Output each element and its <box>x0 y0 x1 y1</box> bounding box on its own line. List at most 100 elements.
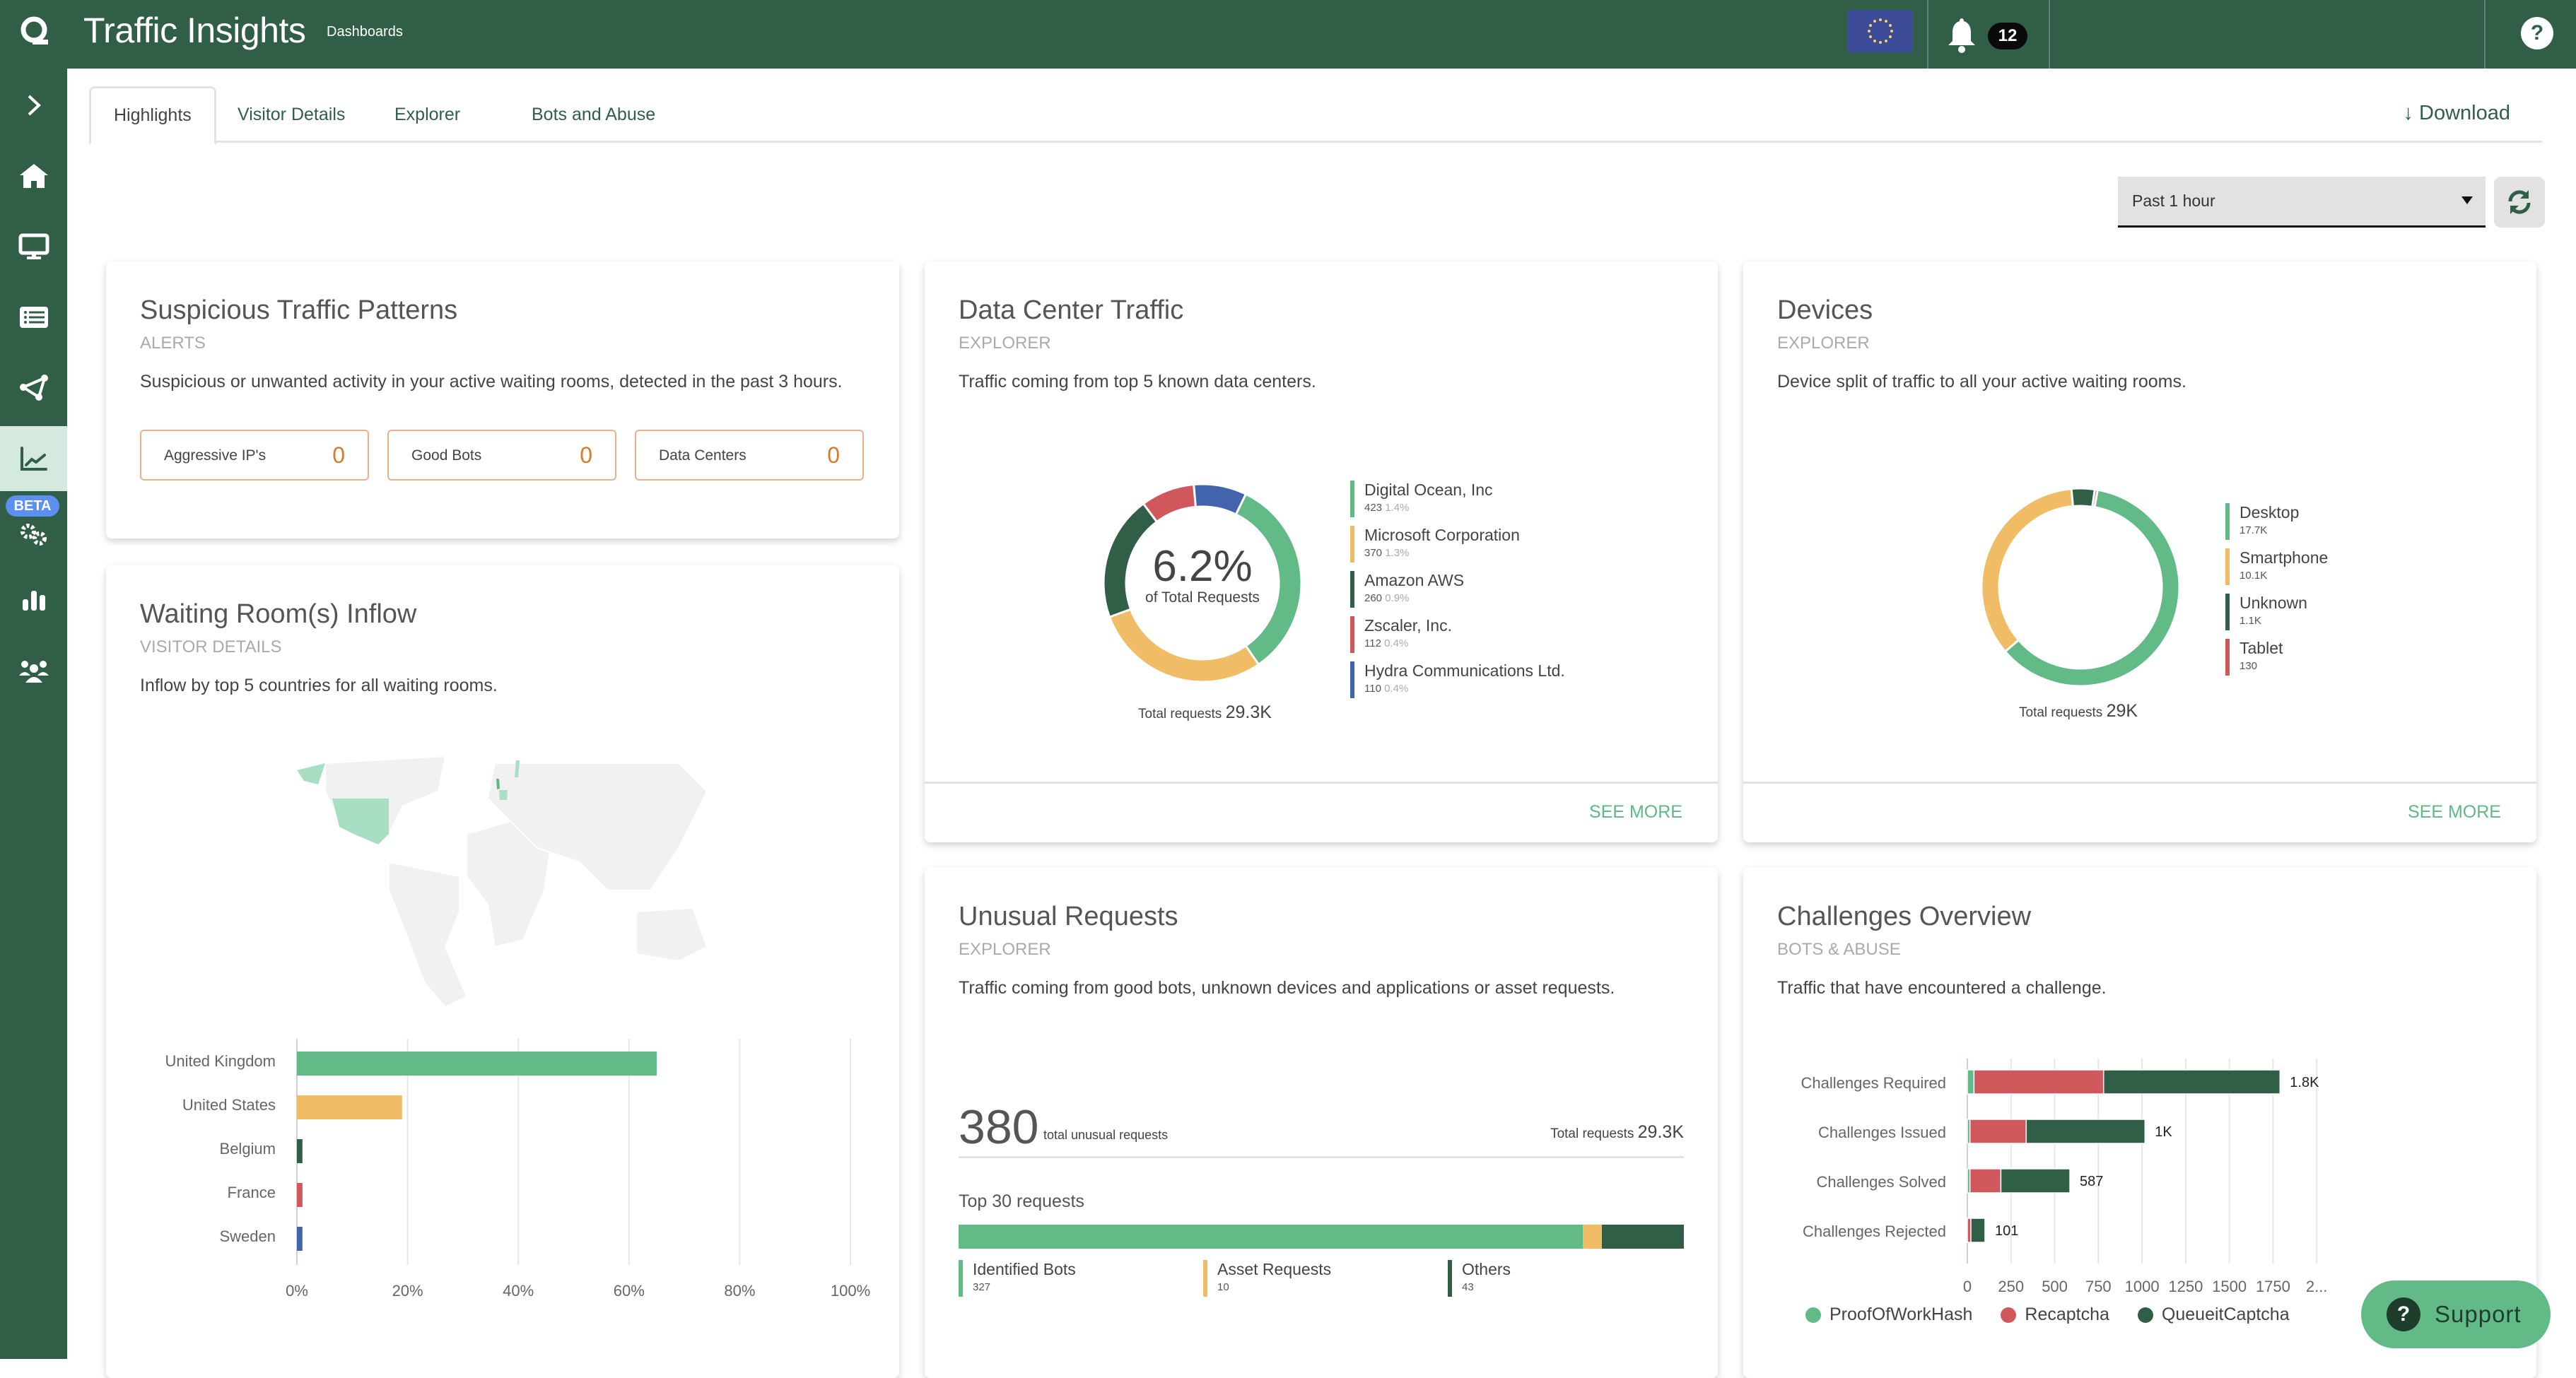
donut-slice-unknown[interactable] <box>2070 487 2097 508</box>
bar-united-kingdom[interactable] <box>297 1052 657 1076</box>
help-button[interactable]: ? <box>2521 17 2553 49</box>
unusual-total-value: 380 <box>959 1100 1039 1154</box>
bar-chart-icon <box>22 591 45 611</box>
legend-item[interactable]: QueueitCaptcha <box>2137 1305 2290 1325</box>
sidebar-item-expand[interactable] <box>0 73 67 138</box>
card-description: Device split of traffic to all your acti… <box>1777 372 2186 391</box>
bar-france[interactable] <box>297 1183 303 1207</box>
challenges-legend: ProofOfWorkHash Recaptcha QueueitCaptcha <box>1805 1305 2290 1325</box>
devices-total: Total requests 29K <box>2019 701 2138 722</box>
card-footer: SEE MORE <box>1743 782 2536 842</box>
segment-others[interactable] <box>1601 1225 1684 1249</box>
bar-total-label: 587 <box>2080 1174 2103 1189</box>
unusual-requests-card: Unusual Requests EXPLORER Traffic coming… <box>925 868 1718 1378</box>
challenges-bar-chart: 0 250 500 750 1000 1250 1500 1750 2... Challenges… <box>1801 1059 2327 1295</box>
see-more-link[interactable]: SEE MORE <box>2408 802 2501 823</box>
sidebar-item-users[interactable] <box>0 638 67 703</box>
legend-item[interactable]: ProofOfWorkHash <box>1805 1305 1972 1325</box>
y-category-label: Challenges Required <box>1801 1074 1946 1092</box>
see-more-link[interactable]: SEE MORE <box>1589 802 1682 823</box>
tab-highlights[interactable]: Highlights <box>89 86 216 145</box>
eu-region-flag-icon[interactable] <box>1848 10 1913 52</box>
legend-swatch <box>2225 594 2230 630</box>
aggressive-ips-box[interactable]: Aggressive IP's 0 <box>140 430 369 481</box>
sidebar-item-reports[interactable] <box>0 567 67 632</box>
card-title: Devices <box>1777 295 1873 325</box>
bell-icon[interactable] <box>1945 17 1978 54</box>
sidebar-item-list[interactable] <box>0 285 67 350</box>
support-label: Support <box>2435 1301 2522 1327</box>
card-title: Data Center Traffic <box>959 295 1184 325</box>
segment-identified-bots[interactable] <box>959 1225 1583 1249</box>
total-label: Total requests <box>1550 1126 1634 1141</box>
legend-value: 423 1.4% <box>1364 502 1410 514</box>
legend-label: Zscaler, Inc. <box>1364 616 1452 635</box>
map-australia <box>636 907 708 962</box>
download-button[interactable]: ↓ Download <box>2403 102 2510 125</box>
sidebar-item-monitor[interactable] <box>0 214 67 279</box>
x-tick-label: 0% <box>286 1282 308 1300</box>
x-tick-label: 500 <box>2042 1278 2068 1295</box>
sidebar-item-home[interactable] <box>0 143 67 208</box>
bar-segment-queueitcaptcha[interactable] <box>1970 1218 1986 1243</box>
card-footer: SEE MORE <box>925 782 1718 842</box>
legend-value: 130 <box>2240 660 2258 672</box>
divider <box>959 1156 1684 1158</box>
bar-segment-queueitcaptcha[interactable] <box>2000 1168 2071 1194</box>
legend-dot <box>2001 1307 2017 1323</box>
y-category-label: Challenges Rejected <box>1803 1223 1946 1240</box>
suspicious-traffic-card: Suspicious Traffic Patterns ALERTS Suspi… <box>106 261 899 538</box>
top-bar: Traffic Insights Dashboards 12 ? <box>0 0 2576 69</box>
bar-segment-queueitcaptcha[interactable] <box>2025 1119 2146 1144</box>
tab-bots-and-abuse[interactable]: Bots and Abuse <box>509 86 678 143</box>
unusual-total-label: total unusual requests <box>1043 1128 1169 1142</box>
x-tick-label: 40% <box>503 1282 534 1300</box>
good-bots-box[interactable]: Good Bots 0 <box>387 430 616 481</box>
notifications-badge[interactable]: 12 <box>1988 23 2027 49</box>
bar-segment-recaptcha[interactable] <box>1973 1069 2104 1095</box>
y-category-label: United Kingdom <box>165 1052 276 1070</box>
refresh-button[interactable] <box>2494 177 2545 228</box>
bar-united-states[interactable] <box>297 1095 402 1119</box>
tab-visitor-details[interactable]: Visitor Details <box>215 86 368 143</box>
tab-explorer[interactable]: Explorer <box>372 86 483 143</box>
users-icon <box>18 661 49 683</box>
legend-swatch <box>1203 1260 1207 1297</box>
unusual-total-requests: Total requests 29.3K <box>1550 1122 1684 1143</box>
app-subtitle: Dashboards <box>327 24 403 40</box>
bar-segment-recaptcha[interactable] <box>1969 1119 2027 1144</box>
card-category: VISITOR DETAILS <box>140 637 282 656</box>
legend-swatch <box>2225 503 2230 540</box>
x-tick-label: 60% <box>614 1282 645 1300</box>
donut-slice-smartphone[interactable] <box>1980 487 2075 654</box>
legend-label: Digital Ocean, Inc <box>1364 481 1493 499</box>
sidebar-item-settings-beta[interactable] <box>0 500 67 565</box>
donut-slice-microsoft-corporation[interactable] <box>1108 608 1260 683</box>
legend-item[interactable]: Recaptcha <box>2001 1305 2109 1325</box>
support-button[interactable]: ? Support <box>2361 1280 2551 1348</box>
legend-swatch <box>1350 661 1354 698</box>
bar-segment-queueitcaptcha[interactable] <box>2102 1069 2281 1095</box>
time-range-select[interactable]: Past 1 hour <box>2118 177 2486 228</box>
donut-center: 6.2% of Total Requests <box>1100 544 1305 606</box>
bar-segment-recaptcha[interactable] <box>1969 1168 2002 1194</box>
donut-center-value: 6.2% <box>1152 542 1253 591</box>
sidebar-item-routes[interactable] <box>0 355 67 420</box>
donut-slice-hydra-communications-ltd-[interactable] <box>1193 483 1248 516</box>
bar-belgium[interactable] <box>297 1139 303 1163</box>
queue-it-logo[interactable] <box>17 14 51 48</box>
x-tick-label: 750 <box>2085 1278 2112 1295</box>
sidebar: BETA <box>0 69 67 1359</box>
segment-asset-requests[interactable] <box>1582 1225 1602 1249</box>
bar-sweden[interactable] <box>297 1227 303 1251</box>
sidebar-item-traffic-insights[interactable] <box>0 426 67 491</box>
legend-label: QueueitCaptcha <box>2161 1305 2290 1324</box>
bar-segment-proofofworkhash[interactable] <box>1967 1069 1975 1095</box>
y-category-label: Sweden <box>219 1227 276 1245</box>
legend-value: 112 0.4% <box>1364 637 1409 649</box>
data-centers-box[interactable]: Data Centers 0 <box>635 430 864 481</box>
y-category-label: France <box>228 1184 276 1201</box>
legend-label: Others <box>1462 1260 1511 1278</box>
alert-value: 0 <box>580 442 592 468</box>
donut-center-label: of Total Requests <box>1145 589 1260 606</box>
